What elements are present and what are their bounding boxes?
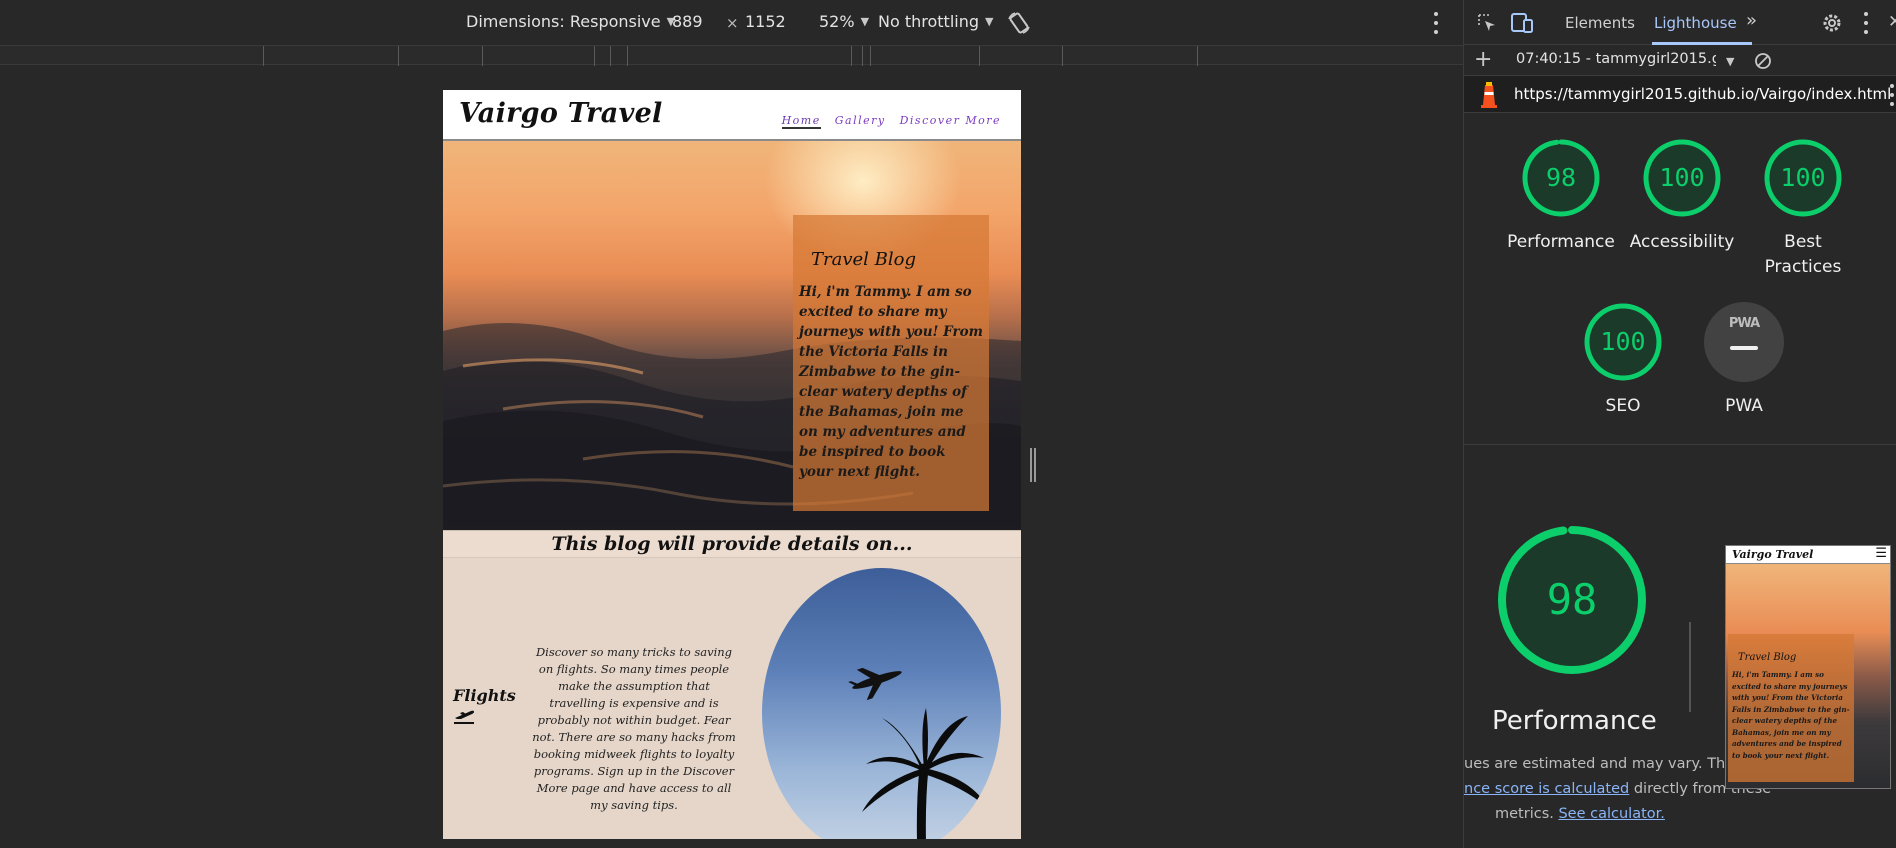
thumb-blog-card: Travel Blog Hi, i'm Tammy. I am so excit… [1728,634,1854,782]
times-label: × [726,14,739,32]
resize-handle[interactable] [1030,448,1036,482]
add-report-icon[interactable]: + [1474,47,1492,72]
score-calculated-link[interactable]: nce score is calculated [1464,781,1629,797]
report-selector[interactable]: 07:40:15 - tammygirl2015.githu [1516,51,1716,67]
emulated-page: Vairgo Travel Home Gallery Discover More [443,90,1021,839]
thumb-logo: Vairgo Travel [1732,548,1814,561]
chevron-down-icon: ▼ [985,15,994,28]
accessibility-gauge[interactable]: 100 [1642,138,1722,218]
pwa-dash-icon [1730,346,1758,350]
device-toolbar: Dimensions: Responsive ▼ 889 × 1152 52% … [0,0,1463,45]
report-toolbar: + 07:40:15 - tammygirl2015.githu ▼ [1464,45,1896,76]
best-practices-label: Best Practices [1764,232,1842,277]
inspect-element-icon[interactable] [1476,12,1498,34]
note-line-1: ues are estimated and may vary. The [1464,756,1764,772]
nav-home[interactable]: Home [781,114,821,129]
rotate-icon[interactable] [1006,10,1032,36]
note-line-3: metrics. See calculator. [1495,806,1795,822]
devtools-panel: Elements Lighthouse » ✕ + 07:40:15 - tam… [1463,0,1896,848]
pwa-badge-icon: PWA [1728,316,1760,331]
devtools-tab-bar: Elements Lighthouse » ✕ [1464,0,1896,45]
dimensions-dropdown[interactable]: Dimensions: Responsive ▼ [466,12,675,31]
report-menu-icon[interactable] [1889,84,1895,106]
times-icon: × [726,14,739,32]
performance-label: Performance [1507,232,1615,252]
blog-body: Hi, i'm Tammy. I am so excited to share … [799,284,983,480]
note-text-1: ues are estimated and may vary. The [1464,756,1735,772]
pwa-label: PWA [1725,396,1763,416]
performance-score: 98 [1545,163,1577,192]
note-line-2: nce score is calculated directly from th… [1464,781,1771,797]
best-practices-gauge[interactable]: 100 [1763,138,1843,218]
device-toolbar-icon[interactable] [1510,12,1534,34]
section-divider [1464,444,1896,445]
report-url[interactable]: https://tammygirl2015.github.io/Vairgo/i… [1514,85,1891,103]
width-value: 889 [672,12,703,31]
zoom-dropdown[interactable]: 52% ▼ [819,12,869,31]
lighthouse-icon [1481,82,1497,108]
seo-score: 100 [1600,327,1646,356]
width-input[interactable]: 889 [672,12,703,31]
performance-gauge[interactable]: 98 [1521,138,1601,218]
note-text-3: metrics. [1495,806,1554,822]
performance-big-label: Performance [1492,706,1657,736]
best-practices-score: 100 [1780,163,1826,192]
tab-elements[interactable]: Elements [1565,14,1635,32]
thumb-hero: Travel Blog Hi, i'm Tammy. I am so excit… [1726,564,1890,788]
more-options-icon[interactable] [1433,12,1439,34]
seo-gauge[interactable]: 100 [1583,302,1663,382]
height-value: 1152 [745,12,786,31]
see-calculator-link[interactable]: See calculator. [1558,806,1664,822]
tab-lighthouse[interactable]: Lighthouse [1654,14,1737,32]
travel-blog-card: Travel Blog Hi, i'm Tammy. I am so excit… [793,215,989,511]
hamburger-icon: ☰ [1875,546,1887,561]
flights-label: Flights [453,686,516,705]
zoom-value: 52% [819,12,855,31]
report-url-bar: https://tammygirl2015.github.io/Vairgo/i… [1464,76,1896,113]
close-icon[interactable]: ✕ [1888,12,1896,32]
chevron-down-icon: ▼ [860,15,870,28]
media-query-ruler [0,45,1463,66]
seo-label: SEO [1605,396,1641,416]
hero-image: Travel Blog Hi, i'm Tammy. I am so excit… [443,141,1021,530]
site-logo[interactable]: Vairgo Travel [459,98,663,129]
flights-text: Discover so many tricks to saving on fli… [532,645,736,812]
page-screenshot-thumbnail[interactable]: Vairgo Travel ☰ Travel Blog Hi, i'm Tamm… [1725,545,1891,789]
throttling-value: No throttling [878,12,980,31]
accessibility-label: Accessibility [1629,232,1735,252]
thumbnail-divider [1689,622,1691,712]
device-viewport: Vairgo Travel Home Gallery Discover More [0,66,1463,848]
plane-departure-icon [454,710,474,724]
flights-section: Flights Discover so many tricks to savin… [443,558,1021,839]
nav-gallery[interactable]: Gallery [835,114,886,129]
height-input[interactable]: 1152 [745,12,786,31]
chevron-down-icon[interactable]: ▼ [1726,55,1734,68]
performance-big-score: 98 [1546,575,1598,624]
nav-discover-more[interactable]: Discover More [900,114,1001,129]
gear-icon[interactable] [1821,12,1843,34]
airplane-palm-photo [762,568,1001,839]
clear-icon[interactable] [1754,52,1772,70]
thumb-blog-body: Hi, i'm Tammy. I am so excited to share … [1732,670,1850,760]
site-header: Vairgo Travel Home Gallery Discover More [443,90,1021,141]
thumb-header: Vairgo Travel ☰ [1726,546,1890,564]
throttling-dropdown[interactable]: No throttling ▼ [878,12,993,31]
devtools-menu-icon[interactable] [1863,12,1869,34]
dimensions-label: Dimensions: Responsive [466,12,661,31]
pwa-gauge[interactable]: PWA [1704,302,1784,382]
more-tabs-icon[interactable]: » [1746,10,1757,31]
thumb-blog-title: Travel Blog [1738,652,1797,663]
details-heading: This blog will provide details on... [443,530,1021,558]
accessibility-score: 100 [1659,163,1705,192]
site-nav: Home Gallery Discover More [781,114,1001,129]
blog-title: Travel Blog [811,249,916,270]
